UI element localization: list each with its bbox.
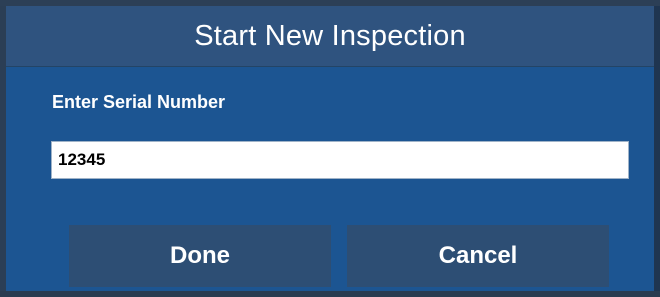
cancel-button[interactable]: Cancel <box>347 225 609 287</box>
done-button[interactable]: Done <box>69 225 331 287</box>
dialog-body: Enter Serial Number Done Cancel <box>6 67 654 297</box>
dialog-title-bar: Start New Inspection <box>6 6 654 67</box>
serial-number-input[interactable] <box>51 141 629 179</box>
dialog-bottom-edge <box>0 291 660 297</box>
dialog-title: Start New Inspection <box>194 19 466 52</box>
serial-number-label: Enter Serial Number <box>52 92 226 112</box>
start-inspection-dialog: Start New Inspection Enter Serial Number… <box>0 0 660 297</box>
